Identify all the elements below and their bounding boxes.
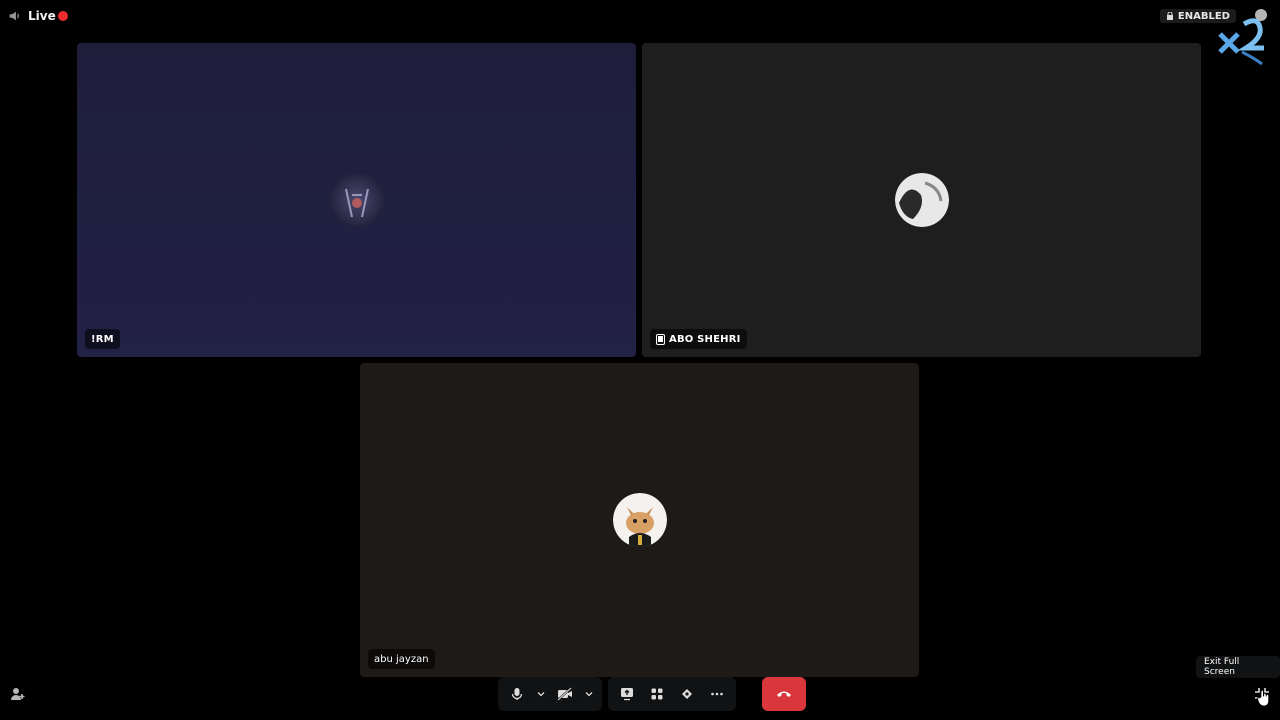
media-controls	[498, 677, 602, 711]
activity-controls	[608, 677, 736, 711]
live-dot	[57, 11, 68, 21]
participant-name: ABO SHEHRI	[669, 333, 741, 345]
participant-tile-3[interactable]: abu jayzan	[360, 363, 919, 677]
activities-icon	[651, 688, 663, 700]
cat-avatar	[612, 493, 667, 547]
more-icon	[711, 692, 723, 696]
soundboard-button[interactable]	[674, 681, 700, 707]
speaker-icon	[9, 11, 19, 21]
hand-cursor-icon	[1257, 689, 1270, 707]
participant-tile-1[interactable]: !RM	[77, 43, 636, 357]
lock-icon	[1166, 12, 1173, 20]
participant-name: !RM	[91, 333, 114, 345]
invite-icon[interactable]	[10, 686, 26, 702]
monochrome-avatar	[894, 173, 949, 227]
participant-name-plate: !RM	[85, 329, 120, 349]
mic-options-button[interactable]	[534, 681, 548, 707]
exit-full-screen-tooltip: Exit Full Screen	[1196, 656, 1280, 678]
live-label: Live	[28, 9, 56, 23]
chevron-down-icon	[585, 692, 593, 697]
call-controls	[498, 677, 806, 711]
dark-figure-avatar	[329, 173, 384, 227]
participant-tile-2[interactable]: ABO SHEHRI	[642, 43, 1201, 357]
microphone-icon	[511, 688, 523, 700]
screen-share-button[interactable]	[614, 681, 640, 707]
activities-button[interactable]	[644, 681, 670, 707]
watermark-logo	[1218, 18, 1264, 66]
participant-name-plate: ABO SHEHRI	[650, 329, 747, 349]
live-indicator: Live	[8, 7, 68, 25]
hang-up-icon	[777, 691, 791, 697]
microphone-button[interactable]	[504, 681, 530, 707]
more-button[interactable]	[704, 681, 730, 707]
hang-up-button[interactable]	[762, 677, 806, 711]
camera-options-button[interactable]	[582, 681, 596, 707]
participant-name: abu jayzan	[374, 653, 429, 665]
camera-button[interactable]	[552, 681, 578, 707]
phone-icon	[656, 333, 665, 345]
participant-name-plate: abu jayzan	[368, 649, 435, 669]
soundboard-icon	[682, 689, 692, 699]
chevron-down-icon	[537, 692, 545, 697]
screen-share-icon	[621, 688, 633, 701]
camera-off-icon	[557, 687, 572, 701]
tooltip-text: Exit Full Screen	[1204, 657, 1240, 677]
